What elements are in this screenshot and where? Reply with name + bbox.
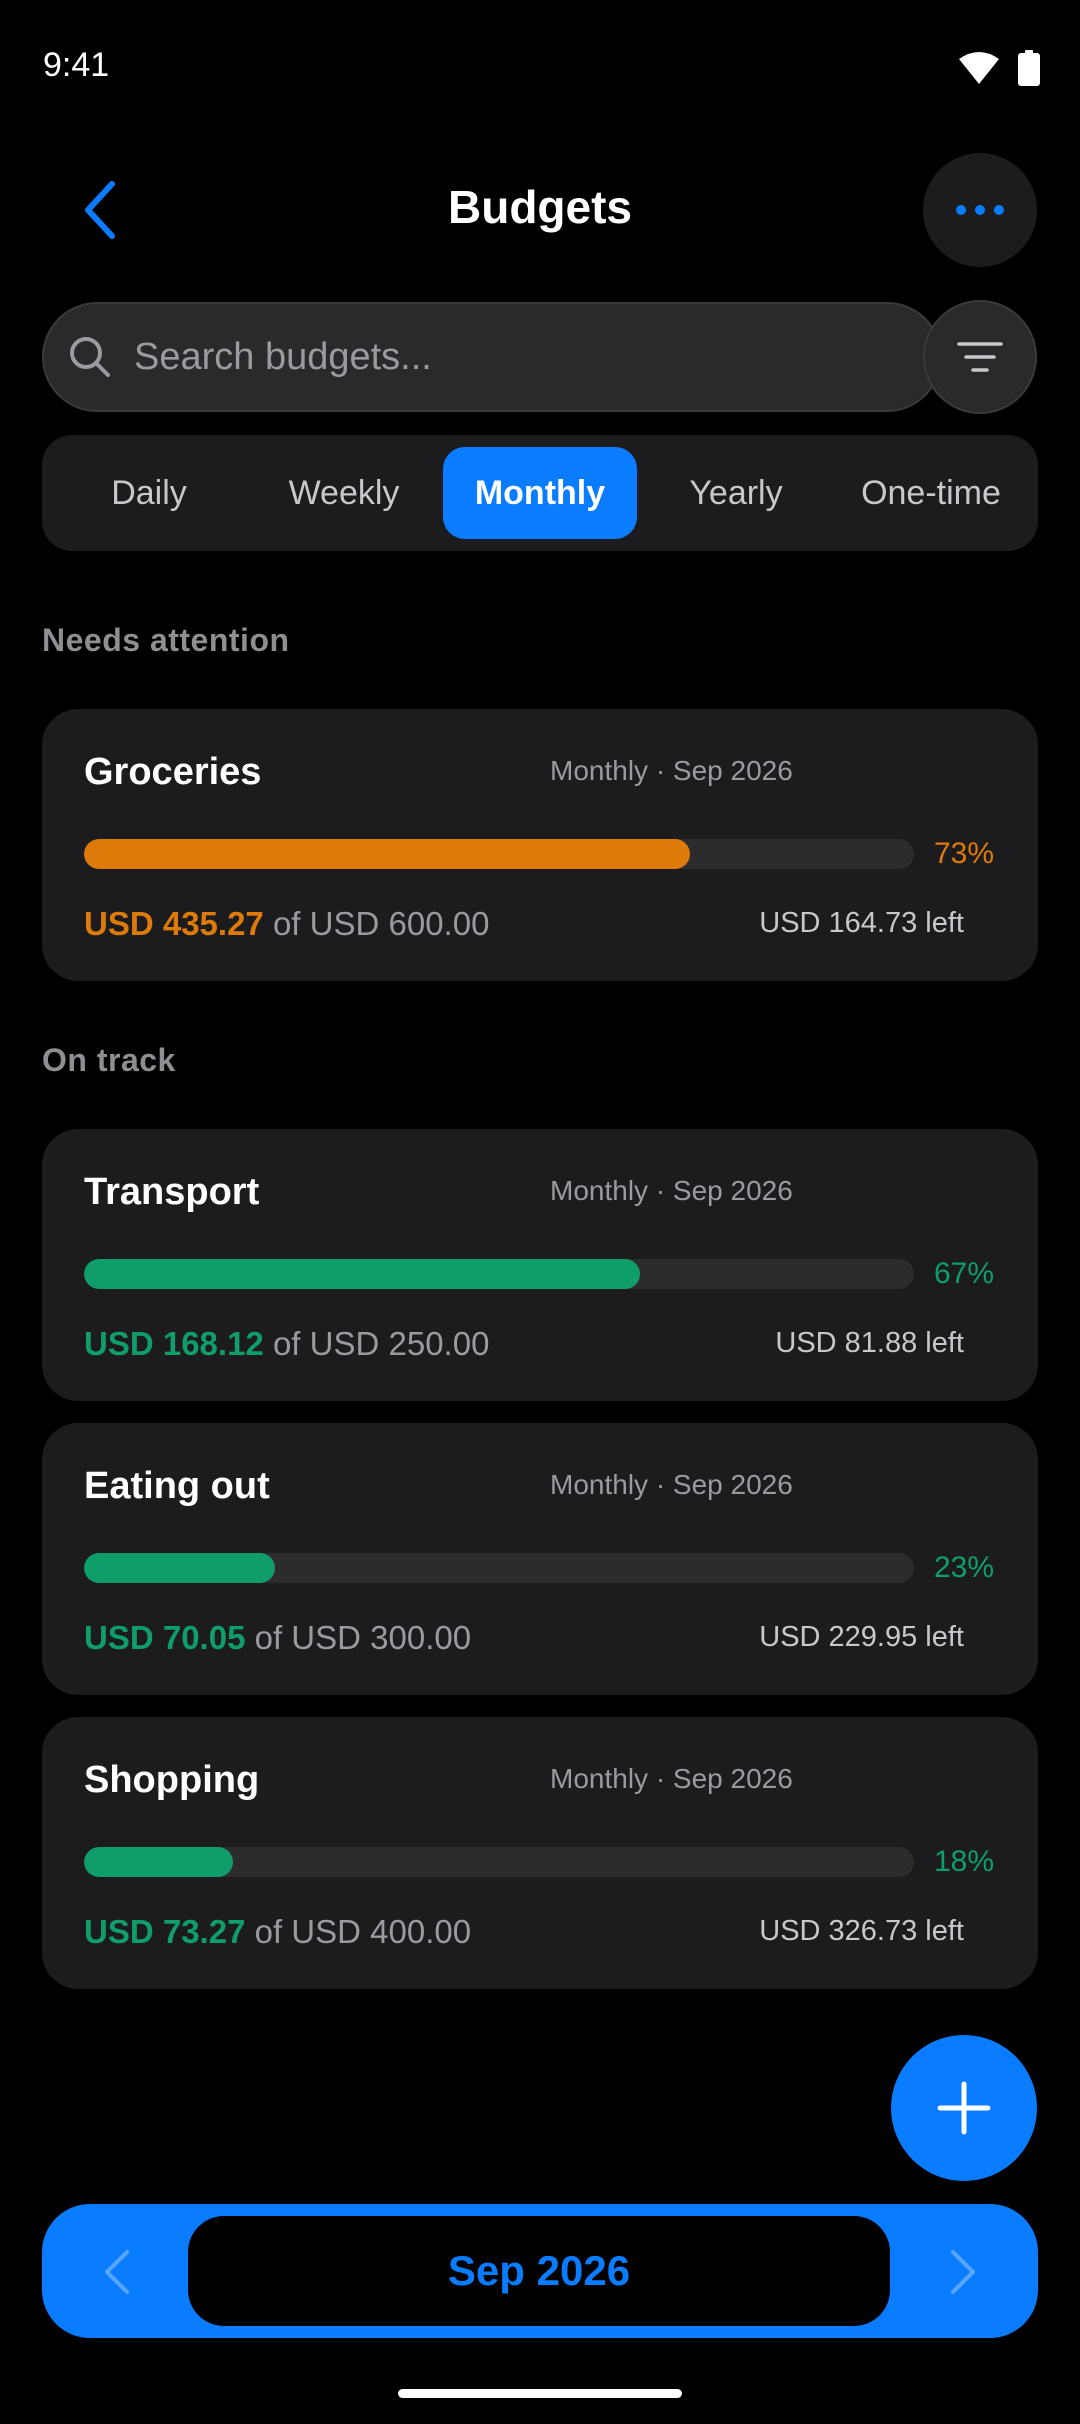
budget-name: Shopping — [84, 1759, 260, 1801]
more-options-button[interactable] — [923, 153, 1037, 267]
month-navigator: Sep 2026 — [42, 2204, 1038, 2338]
remaining-amount: USD 229.95 left — [759, 1621, 964, 1653]
tab-monthly[interactable]: Monthly — [443, 447, 637, 539]
search-input[interactable] — [132, 334, 896, 380]
spent-amount: USD 70.05 — [84, 1619, 246, 1656]
budget-name: Eating out — [84, 1465, 270, 1507]
spent-summary: USD 435.27 of USD 600.00 — [84, 905, 489, 943]
filter-button[interactable] — [923, 300, 1037, 414]
search-bar[interactable] — [42, 302, 942, 412]
plus-icon — [937, 2081, 991, 2135]
remaining-amount: USD 326.73 left — [759, 1915, 964, 1947]
budget-name: Transport — [84, 1171, 260, 1213]
budget-period: Monthly · Sep 2026 — [550, 1175, 793, 1206]
progress-track — [84, 1259, 914, 1289]
budget-card[interactable]: Transport Monthly · Sep 2026 67% USD 168… — [42, 1129, 1038, 1401]
remaining-amount: USD 164.73 left — [759, 907, 964, 939]
budget-card[interactable]: Eating out Monthly · Sep 2026 23% USD 70… — [42, 1423, 1038, 1695]
spent-amount: USD 168.12 — [84, 1325, 264, 1362]
progress-track — [84, 1847, 914, 1877]
progress-track — [84, 1553, 914, 1583]
next-month-button[interactable] — [938, 2244, 988, 2300]
spent-amount: USD 435.27 — [84, 905, 264, 942]
budget-period: Monthly · Sep 2026 — [550, 1763, 793, 1794]
progress-fill — [84, 1553, 275, 1583]
tab-weekly[interactable]: Weekly — [247, 447, 441, 539]
previous-month-button[interactable] — [92, 2244, 142, 2300]
budget-period: Monthly · Sep 2026 — [550, 755, 793, 786]
budget-period: Monthly · Sep 2026 — [550, 1469, 793, 1500]
current-month-button[interactable]: Sep 2026 — [188, 2216, 890, 2326]
budget-name: Groceries — [84, 751, 262, 793]
home-indicator — [398, 2389, 682, 2398]
page-title: Budgets — [448, 181, 632, 233]
budget-total: of USD 300.00 — [254, 1619, 472, 1656]
progress-fill — [84, 839, 690, 869]
spent-summary: USD 73.27 of USD 400.00 — [84, 1913, 471, 1951]
progress-percent: 18% — [934, 1845, 995, 1878]
spent-amount: USD 73.27 — [84, 1913, 246, 1950]
budget-card[interactable]: Groceries Monthly · Sep 2026 73% USD 435… — [42, 709, 1038, 981]
status-time: 9:41 — [43, 46, 110, 84]
remaining-amount: USD 81.88 left — [775, 1327, 964, 1359]
progress-percent: 73% — [934, 837, 995, 870]
tab-yearly[interactable]: Yearly — [639, 447, 833, 539]
budget-total: of USD 600.00 — [272, 905, 490, 942]
chevron-left-icon — [105, 2250, 129, 2294]
budget-total: of USD 250.00 — [272, 1325, 490, 1362]
tab-daily[interactable]: Daily — [52, 447, 246, 539]
progress-percent: 23% — [934, 1551, 995, 1584]
progress-fill — [84, 1259, 641, 1289]
spent-summary: USD 70.05 of USD 300.00 — [84, 1619, 471, 1657]
filter-icon — [957, 342, 1003, 372]
wifi-icon — [959, 52, 999, 84]
battery-icon — [1018, 50, 1040, 86]
progress-fill — [84, 1847, 234, 1877]
add-budget-button[interactable] — [891, 2035, 1037, 2181]
chevron-right-icon — [951, 2250, 975, 2294]
progress-track — [84, 839, 914, 869]
status-icons — [958, 50, 1040, 86]
budget-card[interactable]: Shopping Monthly · Sep 2026 18% USD 73.2… — [42, 1717, 1038, 1989]
budget-total: of USD 400.00 — [254, 1913, 472, 1950]
more-dots-icon — [956, 205, 966, 215]
tab-one-time[interactable]: One-time — [834, 447, 1028, 539]
spent-summary: USD 168.12 of USD 250.00 — [84, 1325, 489, 1363]
section-on-track: On track — [42, 1042, 176, 1078]
search-icon — [70, 337, 110, 377]
section-needs-attention: Needs attention — [42, 622, 290, 658]
progress-percent: 67% — [934, 1257, 995, 1290]
period-tabs: Daily Weekly Monthly Yearly One-time — [42, 435, 1038, 551]
